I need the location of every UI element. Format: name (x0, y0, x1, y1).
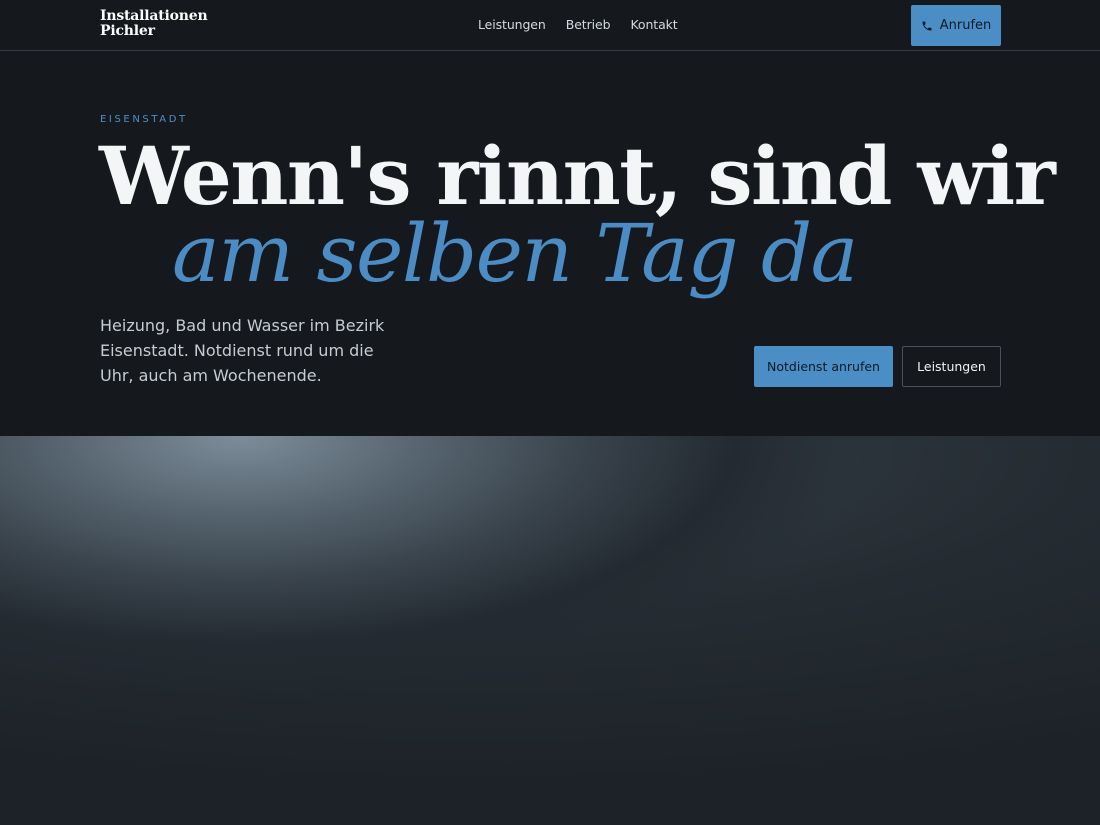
call-button[interactable]: Anrufen (911, 5, 1001, 46)
emergency-call-button[interactable]: Notdienst anrufen (754, 346, 893, 387)
hero-image (0, 436, 1100, 825)
services-button[interactable]: Leistungen (902, 346, 1001, 387)
hero-section: EISENSTADT Wenn's rinnt, sind wir am sel… (0, 52, 1100, 436)
brand-line-1: Installationen (100, 8, 208, 24)
headline-line-2: am selben Tag da (172, 207, 858, 300)
phone-icon (921, 20, 933, 32)
nav-item-leistungen[interactable]: Leistungen (478, 17, 546, 33)
nav-item-betrieb[interactable]: Betrieb (566, 17, 611, 33)
brand-line-2: Pichler (100, 23, 155, 39)
brand-logo[interactable]: Installationen Pichler (100, 9, 230, 39)
page: Installationen Pichler Leistungen Betrie… (0, 0, 1100, 825)
main-nav: Leistungen Betrieb Kontakt (478, 17, 678, 33)
hero-description: Heizung, Bad und Wasser im Bezirk Eisens… (100, 316, 385, 385)
nav-item-kontakt[interactable]: Kontakt (630, 17, 677, 33)
call-button-label: Anrufen (939, 18, 992, 33)
site-header: Installationen Pichler Leistungen Betrie… (0, 0, 1100, 51)
